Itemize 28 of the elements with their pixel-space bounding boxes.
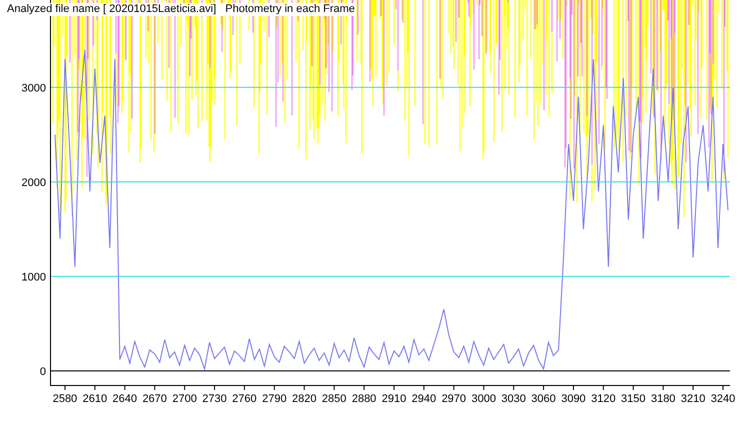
x-tick-label: 2580 <box>52 393 78 405</box>
x-tick-label: 2760 <box>232 393 257 405</box>
chart-title: Analyzed file name [ 20201015Laeticia.avi] Photometry in each Frame <box>6 3 356 16</box>
x-tick-label: 2700 <box>172 393 197 405</box>
x-tick-label: 3180 <box>650 393 676 405</box>
x-tick-label: 2910 <box>382 393 406 405</box>
y-tick-label: 2000 <box>22 176 46 189</box>
y-tick-label: 0 <box>40 366 46 378</box>
x-tick-label: 3240 <box>710 393 736 405</box>
x-tick-label: 2820 <box>292 393 316 405</box>
x-tick-label: 3120 <box>591 393 616 405</box>
x-tick-label: 3150 <box>621 393 646 405</box>
x-tick-label: 3000 <box>471 393 496 405</box>
x-tick-label: 3090 <box>561 393 586 405</box>
y-tick-label: 3000 <box>22 82 46 94</box>
x-tick-label: 2970 <box>442 393 466 405</box>
x-tick-label: 2730 <box>202 393 227 405</box>
x-tick-label: 3210 <box>680 393 706 405</box>
x-tick-label: 3030 <box>501 393 526 405</box>
x-tick-label: 3060 <box>531 393 556 405</box>
x-tick-label: 2940 <box>412 393 436 405</box>
x-tick-label: 2640 <box>112 393 138 405</box>
x-tick-label: 2850 <box>322 393 346 405</box>
x-tick-label: 2790 <box>262 393 287 405</box>
x-tick-label: 2880 <box>352 393 376 405</box>
x-tick-label: 2610 <box>82 393 108 405</box>
y-tick-label: 1000 <box>22 271 46 284</box>
x-tick-label: 2670 <box>142 393 167 405</box>
